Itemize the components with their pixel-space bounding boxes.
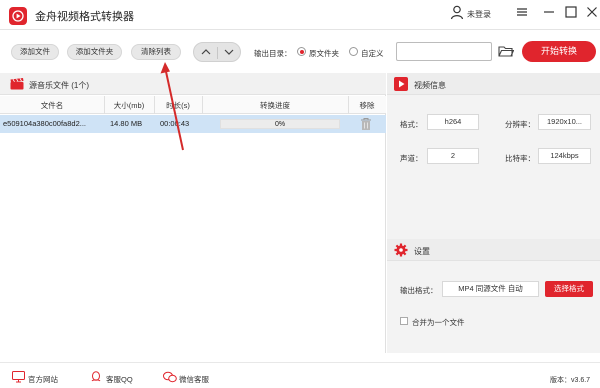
chevron-down-icon [224, 49, 234, 55]
video-info-title: 视频信息 [414, 81, 446, 90]
app-logo-icon [9, 7, 27, 25]
settings-title: 设置 [414, 247, 430, 256]
row-progress-bar: 0% [220, 119, 340, 129]
file-list-title: 源音乐文件 (1个) [29, 81, 89, 90]
file-list-header: 源音乐文件 (1个) [0, 73, 386, 95]
add-folder-button[interactable]: 添加文件夹 [67, 44, 122, 60]
file-list-panel: 源音乐文件 (1个) 文件名 大小(mb) 时长(s) 转换进度 移除 e509… [0, 73, 386, 353]
resolution-value: 1920x10... [538, 114, 591, 130]
app-title: 金舟视频格式转换器 [35, 11, 134, 23]
trash-icon [361, 118, 371, 130]
column-remove: 移除 [359, 101, 375, 110]
channel-label: 声道： [400, 154, 423, 163]
wechat-support-label: 微信客服 [179, 375, 209, 384]
maximize-button[interactable] [563, 4, 579, 20]
user-icon [450, 5, 464, 20]
clapperboard-icon [10, 78, 24, 92]
toolbar: 添加文件 添加文件夹 清除列表 输出目录： 原文件夹 自定义 开始转换 [0, 40, 600, 65]
merge-label: 合并为一个文件 [412, 318, 465, 327]
row-duration: 00:00:43 [160, 119, 190, 128]
output-path-input[interactable] [396, 42, 492, 61]
radio-custom-folder[interactable] [349, 47, 358, 56]
resolution-label: 分辨率： [505, 120, 535, 129]
close-icon [587, 7, 597, 17]
output-dir-label: 输出目录： [254, 49, 292, 58]
row-filename: e509104a380c00fa8d2... [3, 119, 86, 128]
format-label: 格式： [400, 120, 423, 129]
minimize-button[interactable] [541, 4, 557, 20]
monitor-icon [12, 371, 25, 383]
login-button[interactable]: 未登录 [450, 4, 502, 24]
chevron-up-icon [201, 49, 211, 55]
footer: 官方网站 客服QQ 微信客服 版本：v3.6.7 [0, 362, 600, 388]
format-value: h264 [427, 114, 479, 130]
row-size: 14.80 MB [110, 119, 143, 128]
move-down-button[interactable] [218, 46, 240, 58]
version-label: 版本：v3.6.7 [550, 377, 591, 384]
bitrate-value: 124kbps [538, 148, 591, 164]
bitrate-label: 比特率： [505, 154, 535, 163]
wechat-icon [163, 371, 177, 383]
output-format-label: 输出格式： [400, 286, 438, 295]
move-buttons [193, 42, 241, 62]
table-row[interactable]: e509104a380c00fa8d2... 14.80 MB 00:00:43… [0, 115, 386, 133]
minimize-icon [544, 11, 554, 13]
column-filename: 文件名 [40, 101, 64, 110]
column-progress: 转换进度 [260, 101, 290, 110]
qq-support-label: 客服QQ [106, 375, 133, 384]
column-duration: 时长(s) [166, 101, 190, 110]
settings-header: 设置 [387, 239, 600, 261]
radio-source-folder-label: 原文件夹 [309, 49, 339, 58]
title-bar: 金舟视频格式转换器 未登录 [0, 0, 600, 30]
right-panel: 视频信息 格式： h264 分辨率： 1920x10... 声道： 2 比特率：… [387, 73, 600, 353]
file-table-header: 文件名 大小(mb) 时长(s) 转换进度 移除 [0, 96, 386, 114]
clear-list-button[interactable]: 清除列表 [131, 44, 181, 60]
remove-row-button[interactable] [360, 117, 372, 133]
radio-custom-folder-label: 自定义 [361, 49, 384, 58]
gear-icon [394, 243, 408, 259]
start-convert-button[interactable]: 开始转换 [522, 41, 596, 62]
column-size: 大小(mb) [113, 101, 145, 110]
output-format-value[interactable]: MP4 同源文件 自动 [442, 281, 539, 297]
menu-button[interactable] [514, 4, 530, 20]
menu-icon [517, 8, 527, 16]
move-up-button[interactable] [195, 46, 217, 58]
login-status-label: 未登录 [467, 10, 491, 19]
official-website-label: 官方网站 [28, 375, 58, 384]
merge-checkbox[interactable] [400, 317, 408, 325]
row-progress-text: 0% [274, 121, 286, 128]
choose-format-button[interactable]: 选择格式 [545, 281, 593, 297]
close-button[interactable] [584, 4, 600, 20]
video-info-header: 视频信息 [387, 73, 600, 95]
maximize-icon [565, 6, 577, 18]
radio-source-folder[interactable] [297, 47, 306, 56]
channel-value: 2 [427, 148, 479, 164]
play-icon [394, 77, 408, 93]
add-file-button[interactable]: 添加文件 [11, 44, 59, 60]
qq-icon [91, 371, 101, 382]
open-folder-button[interactable] [498, 44, 515, 60]
folder-icon [498, 46, 515, 57]
